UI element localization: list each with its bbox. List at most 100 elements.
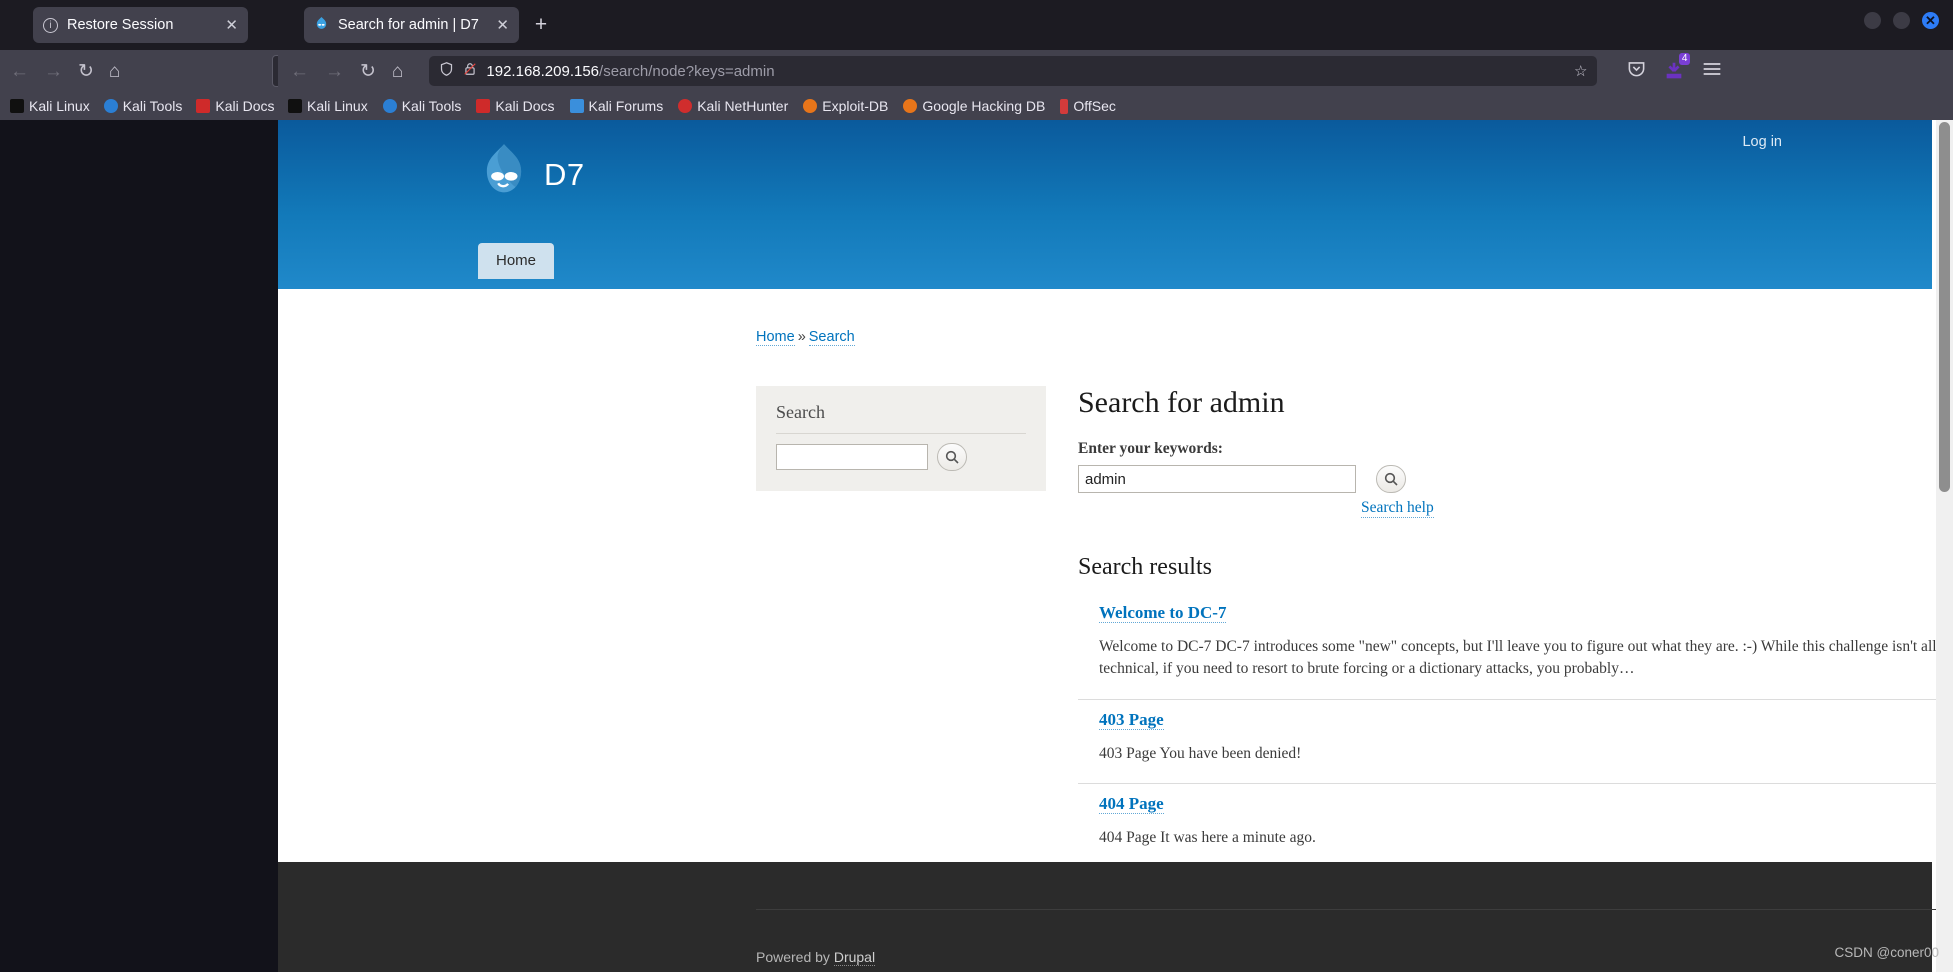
- bookmark-kali-linux[interactable]: Kali Linux: [10, 98, 90, 114]
- bookmarks-bar: Kali Linux Kali Tools Kali Docs Kali For…: [278, 92, 1953, 120]
- scrollbar-thumb[interactable]: [1939, 122, 1950, 492]
- background-tab-restore-session[interactable]: i Restore Session ✕: [33, 7, 248, 43]
- bookmark-kali-docs[interactable]: Kali Docs: [476, 98, 555, 114]
- tab-label: Search for admin | D7: [338, 17, 479, 33]
- search-form: [1078, 465, 1953, 493]
- bookmark-kali-forums[interactable]: Kali Forums: [569, 98, 664, 114]
- kali-tools-icon: [382, 99, 397, 113]
- bookmark-kali-tools[interactable]: Kali Tools: [382, 98, 462, 114]
- breadcrumb-search-link[interactable]: Search: [808, 329, 855, 346]
- bookmark-kali-tools[interactable]: Kali Tools: [103, 98, 183, 114]
- search-help-link[interactable]: Search help: [1361, 499, 1434, 518]
- toolbar-right: 4: [1627, 53, 1722, 83]
- sidebar-search-block: Search: [756, 386, 1046, 491]
- bookmark-kali-nethunter[interactable]: Kali NetHunter: [678, 98, 788, 114]
- kali-forums-icon: [569, 99, 584, 113]
- breadcrumb-home-link[interactable]: Home: [756, 329, 795, 346]
- site-branding[interactable]: D7: [478, 142, 585, 207]
- forward-icon[interactable]: →: [44, 62, 63, 81]
- close-icon[interactable]: ✕: [496, 16, 509, 34]
- footer-divider: [756, 909, 1953, 910]
- url-bar[interactable]: 192.168.209.156/search/node?keys=admin ☆: [429, 56, 1598, 86]
- google-hacking-db-icon: [903, 99, 918, 113]
- search-results-heading: Search results: [1078, 554, 1212, 580]
- search-submit-button[interactable]: [1376, 465, 1406, 493]
- reload-icon[interactable]: ↻: [360, 62, 376, 81]
- window-controls: ✕: [1864, 12, 1939, 29]
- bookmark-label: Kali Tools: [401, 98, 462, 114]
- bookmark-label: Kali NetHunter: [697, 98, 789, 114]
- site-footer: Powered by Drupal: [278, 862, 1953, 972]
- search-result-snippet: Welcome to DC-7 DC-7 introduces some "ne…: [1099, 638, 1953, 678]
- bookmark-label: Kali Forums: [588, 98, 664, 114]
- keywords-label: Enter your keywords:: [1078, 440, 1223, 457]
- kali-tools-icon: [103, 99, 118, 113]
- kali-dragon-icon: [10, 99, 24, 113]
- downloads-icon[interactable]: 4: [1663, 53, 1691, 82]
- sidebar-search-button[interactable]: [937, 443, 967, 471]
- breadcrumb: Home» Search: [756, 329, 855, 346]
- offsec-icon: [1060, 98, 1069, 114]
- page-scrollbar[interactable]: [1936, 120, 1953, 972]
- search-result-snippet: 404 Page It was here a minute ago.: [1099, 829, 1316, 847]
- site-name: D7: [544, 156, 585, 192]
- back-icon[interactable]: ←: [290, 62, 309, 81]
- reload-icon[interactable]: ↻: [78, 62, 94, 81]
- drupal-droplet-icon: [478, 142, 530, 207]
- bookmark-label: Exploit-DB: [822, 98, 889, 114]
- powered-by-prefix: Powered by: [756, 949, 834, 965]
- lock-crossed-icon[interactable]: [463, 61, 477, 82]
- bookmark-star-icon[interactable]: ☆: [1574, 62, 1587, 80]
- kali-nethunter-icon: [678, 99, 693, 113]
- shield-icon[interactable]: [439, 61, 454, 82]
- back-icon[interactable]: ←: [10, 62, 29, 81]
- search-result-title-link[interactable]: Welcome to DC-7: [1099, 603, 1227, 623]
- new-tab-button[interactable]: +: [528, 12, 554, 38]
- watermark: CSDN @coner00: [1834, 945, 1940, 960]
- bookmark-google-hacking-db[interactable]: Google Hacking DB: [903, 98, 1045, 114]
- nav-tab-home[interactable]: Home: [478, 243, 555, 279]
- drupal-droplet-icon: [314, 16, 329, 35]
- bookmark-label: Kali Linux: [307, 98, 368, 114]
- search-result-snippet: 403 Page You have been denied!: [1099, 744, 1302, 762]
- bookmark-offsec[interactable]: OffSec: [1060, 98, 1116, 114]
- primary-navigation: Home: [478, 243, 555, 279]
- bookmark-label: Google Hacking DB: [922, 98, 1046, 114]
- kali-docs-icon: [476, 99, 491, 113]
- downloads-count-badge: 4: [1678, 53, 1691, 65]
- minimize-button[interactable]: [1864, 12, 1881, 29]
- drupal-link[interactable]: Drupal: [833, 949, 876, 966]
- search-result-item: Welcome to DC-7 Welcome to DC-7 DC-7 int…: [1078, 593, 1953, 700]
- bookmark-label: OffSec: [1073, 98, 1116, 114]
- close-icon[interactable]: ✕: [225, 16, 238, 34]
- page-title: Search for admin: [1078, 386, 1285, 419]
- bookmark-label: Kali Tools: [122, 98, 183, 114]
- home-icon[interactable]: ⌂: [109, 62, 120, 81]
- tab-search-for-admin[interactable]: Search for admin | D7 ✕: [304, 7, 519, 43]
- search-result-item: 403 Page 403 Page You have been denied!: [1078, 700, 1953, 785]
- hamburger-menu-icon[interactable]: [1702, 61, 1722, 82]
- bookmark-kali-linux[interactable]: Kali Linux: [288, 98, 368, 114]
- exploit-db-icon: [803, 99, 818, 113]
- url-path: /search/node?keys=admin: [599, 62, 775, 80]
- search-result-item: 404 Page 404 Page It was here a minute a…: [1078, 784, 1953, 867]
- bookmark-exploit-db[interactable]: Exploit-DB: [803, 98, 888, 114]
- close-window-button[interactable]: ✕: [1922, 12, 1939, 29]
- sidebar-search-input[interactable]: [776, 444, 928, 470]
- web-page-viewport: Log in D7 Home Home» Search Search Searc…: [278, 120, 1953, 972]
- navigation-bar: ← → ↻ ⌂ 192.168.209.156/search/node?keys…: [278, 50, 1953, 92]
- forward-icon[interactable]: →: [325, 62, 344, 81]
- site-header: Log in D7 Home: [278, 120, 1932, 289]
- main-content: Search for admin Enter your keywords: Se…: [1078, 386, 1953, 868]
- pocket-icon[interactable]: [1627, 59, 1646, 83]
- search-result-title-link[interactable]: 404 Page: [1099, 794, 1164, 815]
- info-circle-icon: i: [43, 17, 58, 33]
- home-icon[interactable]: ⌂: [392, 62, 403, 81]
- maximize-button[interactable]: [1893, 12, 1910, 29]
- login-link[interactable]: Log in: [1742, 134, 1782, 150]
- url-text: 192.168.209.156/search/node?keys=admin: [486, 63, 774, 80]
- keywords-input[interactable]: [1078, 465, 1356, 493]
- tab-strip: Search for admin | D7 ✕ + ✕: [278, 0, 1953, 50]
- bookmark-kali-docs[interactable]: Kali Docs: [196, 98, 275, 114]
- search-result-title-link[interactable]: 403 Page: [1099, 709, 1164, 730]
